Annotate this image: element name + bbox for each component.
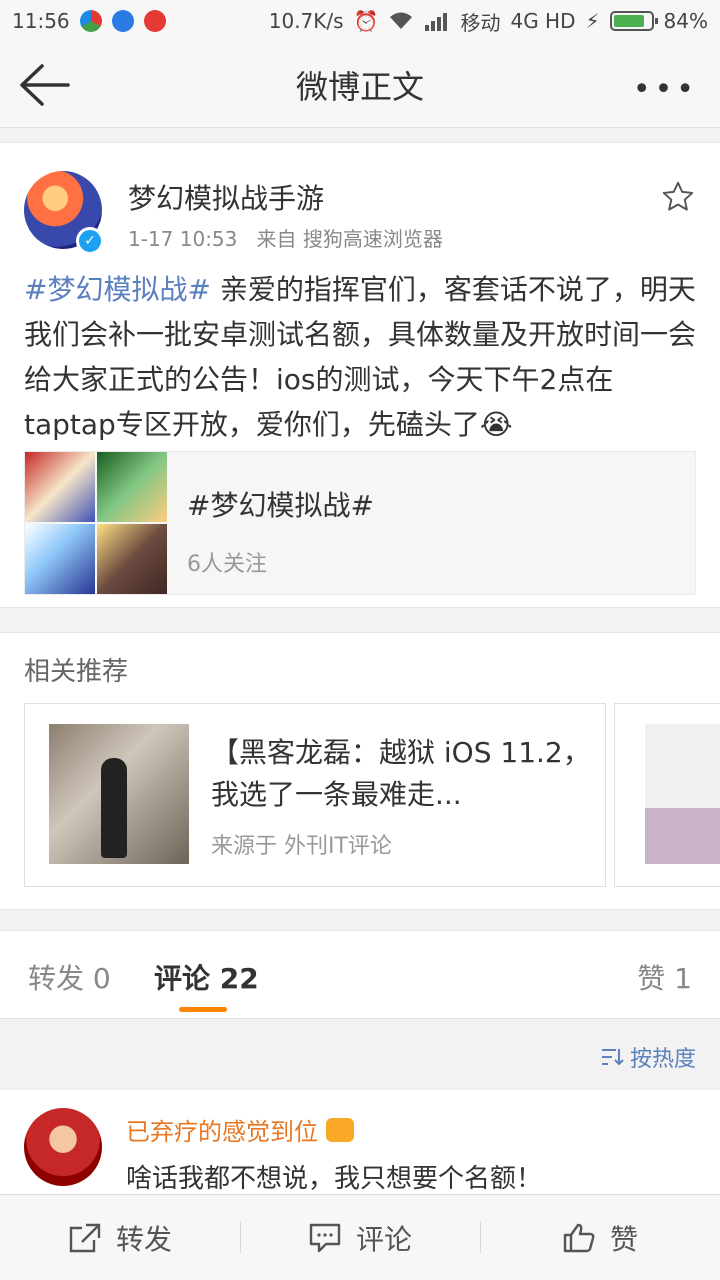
interaction-tabs: 转发 0 评论 22 赞 1 <box>0 930 720 1018</box>
verified-badge-icon: ✓ <box>76 227 104 255</box>
status-time: 11:56 <box>12 9 70 33</box>
network-type: 4G HD <box>510 9 576 33</box>
topic-followers: 6人关注 <box>187 552 267 577</box>
comment-icon <box>308 1222 342 1254</box>
article-source: 来源于 外刊IT评论 <box>211 834 392 859</box>
comment-label: 评论 <box>355 1222 412 1256</box>
post-username[interactable]: 梦幻模拟战手游 <box>128 177 324 217</box>
repost-label: 转发 <box>115 1222 172 1256</box>
topic-info: #梦幻模拟战# 6人关注 <box>167 452 374 594</box>
nav-bar: 微博正文 ••• <box>0 42 720 128</box>
topic-name: #梦幻模拟战# <box>187 489 374 522</box>
status-bar: 11:56 10.7K/s ⏰ 移动 4G HD ⚡ 84% <box>0 0 720 42</box>
carrier-name: 移动 <box>460 10 501 35</box>
commenter-name-row: 已弃疗的感觉到位 <box>126 1112 354 1147</box>
topic-thumbnail <box>25 524 95 594</box>
related-recommendations: 相关推荐 【黑客龙磊：越狱 iOS 11.2，我选了一条最难走... 来源于 外… <box>0 632 720 910</box>
article-thumbnail <box>645 724 720 864</box>
post-source: 来自 搜狗高速浏览器 <box>256 227 443 251</box>
signal-icon <box>424 11 450 31</box>
recommend-article-card[interactable]: 【黑客龙磊：越狱 iOS 11.2，我选了一条最难走... 来源于 外刊IT评论 <box>24 703 606 887</box>
tab-repost[interactable]: 转发 0 <box>28 957 111 997</box>
comment-button[interactable]: 评论 <box>240 1195 480 1280</box>
more-options-button[interactable]: ••• <box>633 72 698 107</box>
topic-thumbnail <box>97 524 167 594</box>
like-button[interactable]: 赞 <box>480 1195 720 1280</box>
sort-by-heat-button[interactable]: 按热度 <box>600 1041 696 1073</box>
post-meta: 1-17 10:53 来自 搜狗高速浏览器 <box>128 223 443 252</box>
topic-thumbnail <box>97 452 167 522</box>
sort-icon <box>600 1046 624 1068</box>
topic-thumbnail <box>25 452 95 522</box>
page-title: 微博正文 <box>295 67 424 106</box>
sort-label: 按热度 <box>629 1047 696 1072</box>
comment-item: 已弃疗的感觉到位 啥话我都不想说，我只想要个名额！ <box>0 1090 720 1194</box>
post-card: ✓ 梦幻模拟战手游 1-17 10:53 来自 搜狗高速浏览器 #梦幻模拟战# … <box>0 142 720 608</box>
like-label: 赞 <box>609 1222 638 1256</box>
wifi-icon <box>388 11 414 31</box>
sort-bar: 按热度 <box>0 1018 720 1090</box>
battery-icon <box>609 11 658 31</box>
tab-likes[interactable]: 赞 1 <box>637 957 692 997</box>
thumbs-up-icon <box>562 1222 596 1254</box>
share-icon <box>68 1222 102 1254</box>
favorite-star-icon[interactable] <box>660 179 696 215</box>
alarm-icon: ⏰ <box>353 9 379 33</box>
bottom-toolbar: 转发 评论 赞 <box>0 1194 720 1280</box>
topic-card[interactable]: #梦幻模拟战# 6人关注 <box>24 451 696 595</box>
repost-button[interactable]: 转发 <box>0 1195 240 1280</box>
commenter-name[interactable]: 已弃疗的感觉到位 <box>126 1112 318 1147</box>
app-notification-icon <box>79 10 102 32</box>
active-tab-indicator <box>179 1007 227 1012</box>
tieba-notification-icon <box>111 10 134 32</box>
recommend-section-title: 相关推荐 <box>24 657 129 687</box>
crown-badge-icon <box>326 1117 354 1142</box>
network-speed: 10.7K/s <box>268 9 344 33</box>
article-headline: 【黑客龙磊：越狱 iOS 11.2，我选了一条最难走... <box>211 736 591 811</box>
topic-thumbnail-grid <box>25 452 167 594</box>
article-thumbnail <box>49 724 189 864</box>
comment-text: 啥话我都不想说，我只想要个名额！ <box>126 1164 543 1194</box>
post-hashtag-link[interactable]: #梦幻模拟战# <box>24 273 211 306</box>
charging-icon: ⚡ <box>585 9 600 33</box>
post-body: #梦幻模拟战# 亲爱的指挥官们，客套话不说了，明天我们会补一批安卓测试名额，具体… <box>24 267 696 447</box>
recommend-article-card-next[interactable] <box>614 703 720 887</box>
person-figure <box>101 758 127 858</box>
battery-percent: 84% <box>663 9 708 33</box>
video-notification-icon <box>143 10 166 32</box>
post-timestamp: 1-17 10:53 <box>128 227 238 251</box>
back-button[interactable] <box>18 62 70 108</box>
commenter-avatar[interactable] <box>24 1108 102 1186</box>
tab-comments[interactable]: 评论 22 <box>154 957 259 997</box>
